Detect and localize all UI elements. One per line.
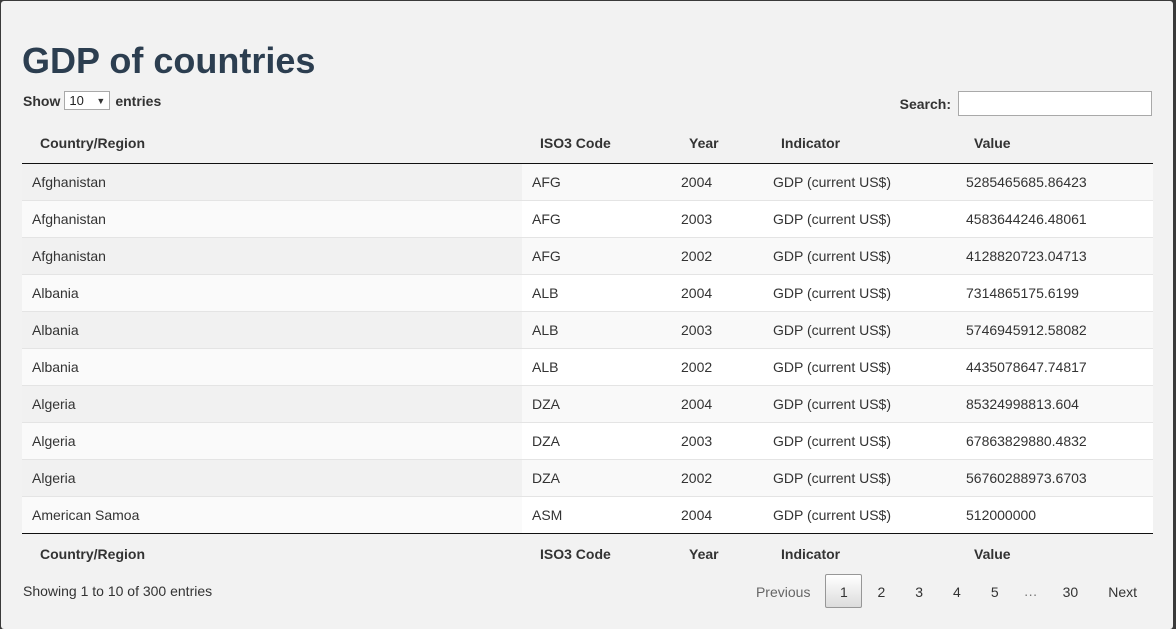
table-row: Albania ALB 2002 GDP (current US$) 44350… bbox=[22, 348, 1153, 386]
table-footer-row: Country/Region ISO3 Code Year Indicator … bbox=[22, 533, 1153, 574]
footer-year: Year bbox=[671, 533, 763, 574]
cell-value: 5285465685.86423 bbox=[956, 163, 1153, 201]
table-row: Algeria DZA 2002 GDP (current US$) 56760… bbox=[22, 459, 1153, 497]
cell-country: Afghanistan bbox=[22, 163, 522, 201]
entries-length-control: Show 10 ▼ entries bbox=[23, 91, 161, 110]
chevron-down-icon: ▼ bbox=[96, 95, 106, 106]
page-button-1[interactable]: 1 bbox=[825, 574, 863, 608]
cell-year: 2003 bbox=[671, 422, 763, 460]
search-control: Search: bbox=[900, 91, 1152, 116]
cell-country: Afghanistan bbox=[22, 200, 522, 238]
page-button-3[interactable]: 3 bbox=[900, 574, 938, 608]
table-row: Afghanistan AFG 2002 GDP (current US$) 4… bbox=[22, 237, 1153, 275]
column-header-year[interactable]: Year bbox=[671, 123, 763, 164]
cell-country: American Samoa bbox=[22, 496, 522, 534]
cell-indicator: GDP (current US$) bbox=[763, 422, 956, 460]
cell-iso3: ALB bbox=[522, 348, 671, 386]
pagination: Previous 1 2 3 4 5 … 30 Next bbox=[741, 574, 1152, 608]
table-row: Afghanistan AFG 2004 GDP (current US$) 5… bbox=[22, 163, 1153, 201]
cell-value: 5746945912.58082 bbox=[956, 311, 1153, 349]
cell-iso3: AFG bbox=[522, 237, 671, 275]
search-input[interactable] bbox=[958, 91, 1152, 116]
column-header-value[interactable]: Value bbox=[956, 123, 1153, 164]
cell-country: Albania bbox=[22, 274, 522, 312]
cell-year: 2003 bbox=[671, 311, 763, 349]
cell-year: 2002 bbox=[671, 459, 763, 497]
cell-iso3: AFG bbox=[522, 163, 671, 201]
page-button-2[interactable]: 2 bbox=[862, 574, 900, 608]
cell-value: 56760288973.6703 bbox=[956, 459, 1153, 497]
cell-indicator: GDP (current US$) bbox=[763, 385, 956, 423]
cell-country: Afghanistan bbox=[22, 237, 522, 275]
cell-indicator: GDP (current US$) bbox=[763, 459, 956, 497]
cell-year: 2002 bbox=[671, 348, 763, 386]
previous-button[interactable]: Previous bbox=[741, 574, 825, 608]
cell-indicator: GDP (current US$) bbox=[763, 311, 956, 349]
cell-indicator: GDP (current US$) bbox=[763, 237, 956, 275]
table-row: Algeria DZA 2003 GDP (current US$) 67863… bbox=[22, 422, 1153, 460]
table-row: Albania ALB 2003 GDP (current US$) 57469… bbox=[22, 311, 1153, 349]
table-row: Afghanistan AFG 2003 GDP (current US$) 4… bbox=[22, 200, 1153, 238]
cell-iso3: ALB bbox=[522, 311, 671, 349]
cell-year: 2004 bbox=[671, 163, 763, 201]
cell-indicator: GDP (current US$) bbox=[763, 348, 956, 386]
entries-label: entries bbox=[115, 92, 162, 109]
page-button-30[interactable]: 30 bbox=[1048, 574, 1094, 608]
cell-value: 7314865175.6199 bbox=[956, 274, 1153, 312]
cell-country: Algeria bbox=[22, 385, 522, 423]
cell-indicator: GDP (current US$) bbox=[763, 163, 956, 201]
cell-country: Albania bbox=[22, 311, 522, 349]
cell-iso3: DZA bbox=[522, 459, 671, 497]
table-header-row: Country/Region ISO3 Code Year Indicator … bbox=[22, 123, 1153, 164]
data-table: Country/Region ISO3 Code Year Indicator … bbox=[22, 123, 1153, 574]
cell-iso3: DZA bbox=[522, 385, 671, 423]
cell-indicator: GDP (current US$) bbox=[763, 274, 956, 312]
show-label: Show bbox=[23, 92, 61, 109]
footer-indicator: Indicator bbox=[763, 533, 956, 574]
cell-year: 2004 bbox=[671, 496, 763, 534]
cell-value: 4583644246.48061 bbox=[956, 200, 1153, 238]
page-button-4[interactable]: 4 bbox=[938, 574, 976, 608]
page: GDP of countries Show 10 ▼ entries Searc… bbox=[1, 1, 1173, 629]
cell-iso3: DZA bbox=[522, 422, 671, 460]
cell-value: 512000000 bbox=[956, 496, 1153, 534]
column-header-iso3[interactable]: ISO3 Code bbox=[522, 123, 671, 164]
cell-value: 67863829880.4832 bbox=[956, 422, 1153, 460]
entries-select[interactable]: 10 ▼ bbox=[64, 91, 111, 110]
column-header-indicator[interactable]: Indicator bbox=[763, 123, 956, 164]
table-info: Showing 1 to 10 of 300 entries bbox=[23, 583, 213, 599]
entries-select-value: 10 bbox=[69, 93, 84, 108]
page-button-5[interactable]: 5 bbox=[976, 574, 1014, 608]
cell-year: 2004 bbox=[671, 274, 763, 312]
page-title: GDP of countries bbox=[22, 40, 316, 81]
search-label: Search: bbox=[899, 95, 951, 112]
cell-country: Algeria bbox=[22, 422, 522, 460]
cell-indicator: GDP (current US$) bbox=[763, 200, 956, 238]
cell-year: 2003 bbox=[671, 200, 763, 238]
column-header-country[interactable]: Country/Region bbox=[22, 123, 522, 164]
cell-value: 4435078647.74817 bbox=[956, 348, 1153, 386]
table-row: Algeria DZA 2004 GDP (current US$) 85324… bbox=[22, 385, 1153, 423]
next-button[interactable]: Next bbox=[1093, 574, 1152, 608]
footer-country: Country/Region bbox=[22, 533, 522, 574]
cell-indicator: GDP (current US$) bbox=[763, 496, 956, 534]
table-row: American Samoa ASM 2004 GDP (current US$… bbox=[22, 496, 1153, 534]
footer-value: Value bbox=[956, 533, 1153, 574]
footer-iso3: ISO3 Code bbox=[522, 533, 671, 574]
pagination-ellipsis: … bbox=[1023, 583, 1038, 599]
cell-value: 4128820723.04713 bbox=[956, 237, 1153, 275]
cell-year: 2002 bbox=[671, 237, 763, 275]
cell-iso3: ASM bbox=[522, 496, 671, 534]
cell-country: Albania bbox=[22, 348, 522, 386]
cell-value: 85324998813.604 bbox=[956, 385, 1153, 423]
cell-year: 2004 bbox=[671, 385, 763, 423]
cell-iso3: AFG bbox=[522, 200, 671, 238]
cell-iso3: ALB bbox=[522, 274, 671, 312]
cell-country: Algeria bbox=[22, 459, 522, 497]
table-row: Albania ALB 2004 GDP (current US$) 73148… bbox=[22, 274, 1153, 312]
